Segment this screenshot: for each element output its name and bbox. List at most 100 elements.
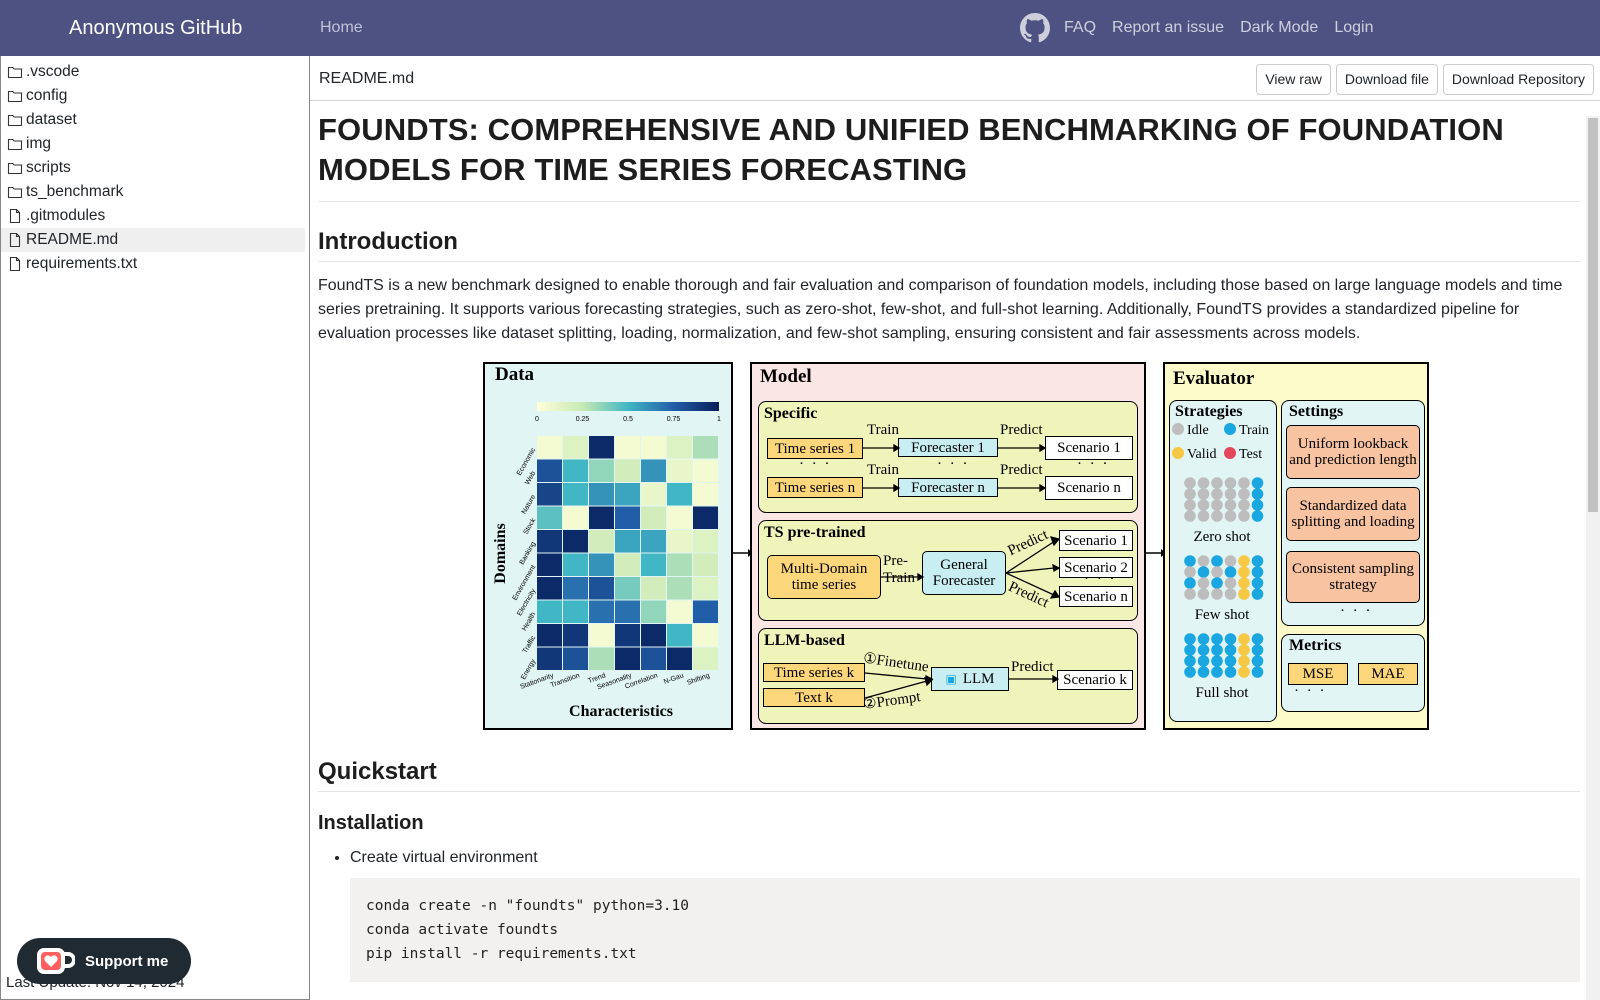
folder-icon <box>7 162 23 175</box>
scrollbar-thumb[interactable] <box>1588 118 1598 512</box>
strategy-dot <box>1197 566 1210 578</box>
file-tree-sidebar: .vscode config dataset img scripts ts_benchma… <box>0 56 310 1000</box>
heatmap-cell <box>589 459 614 482</box>
setting-uniform-lookback: Uniform lookback and prediction length <box>1286 425 1420 479</box>
characteristic-tick-label: N-Gau <box>663 672 685 686</box>
heatmap-cell <box>641 436 666 459</box>
shot-label: Few shot <box>1195 607 1250 623</box>
heatmap-cell <box>537 624 562 647</box>
content-scrollbar[interactable] <box>1586 116 1600 1000</box>
strategy-dot <box>1211 644 1223 656</box>
strategy-dot <box>1197 499 1210 511</box>
tree-item-scripts[interactable]: scripts <box>1 156 305 180</box>
metrics-section: Metrics MSE MAE · · · <box>1281 634 1425 712</box>
nav-login-link[interactable]: Login <box>1334 19 1373 37</box>
tree-item-vscode[interactable]: .vscode <box>1 60 305 84</box>
strategy-dot <box>1238 644 1250 656</box>
heatmap-cell <box>641 647 666 670</box>
strategy-dot <box>1238 666 1250 678</box>
evaluator-panel-title: Evaluator <box>1173 368 1255 389</box>
heatmap-cell <box>693 459 718 482</box>
strategy-dot <box>1224 666 1237 678</box>
legend-dot <box>1224 447 1236 459</box>
strategy-dot <box>1238 555 1250 567</box>
tree-item-requirements-txt[interactable]: requirements.txt <box>1 252 305 276</box>
nav-dark-mode-toggle[interactable]: Dark Mode <box>1240 19 1318 37</box>
heatmap-cell <box>667 530 692 553</box>
strategy-dot <box>1251 510 1264 522</box>
tree-item-readme-md[interactable]: README.md <box>1 228 305 252</box>
brand-link[interactable]: Anonymous GitHub <box>69 0 242 56</box>
strategy-dot <box>1184 477 1196 489</box>
tree-item-config[interactable]: config <box>1 84 305 108</box>
strategy-dot <box>1184 633 1196 645</box>
heatmap-cell <box>693 553 718 576</box>
heatmap-cell <box>615 647 640 670</box>
install-code-block: conda create -n "foundts" python=3.10 co… <box>350 878 1580 982</box>
colorbar-tick-label: 0.5 <box>623 416 633 423</box>
heatmap-cell <box>563 436 588 459</box>
strategy-dot <box>1184 588 1196 600</box>
colorbar-tick-label: 0.75 <box>667 416 681 423</box>
strategy-dot <box>1238 499 1250 511</box>
strategy-dot <box>1211 510 1223 522</box>
strategy-dot <box>1224 555 1237 567</box>
heatmap-cell <box>693 530 718 553</box>
top-navbar: Anonymous GitHub Home FAQ Report an issu… <box>0 0 1600 56</box>
readme-title: FOUNDTS: COMPREHENSIVE AND UNIFIED BENCH… <box>318 104 1580 202</box>
nav-faq-link[interactable]: FAQ <box>1064 19 1096 37</box>
tree-item-gitmodules[interactable]: .gitmodules <box>1 204 305 228</box>
heatmap-cell <box>615 506 640 529</box>
strategy-dot <box>1224 566 1237 578</box>
tree-item-label: img <box>26 135 51 152</box>
tree-item-label: ts_benchmark <box>26 183 124 200</box>
heatmap-cell <box>615 600 640 623</box>
strategy-dot <box>1197 655 1210 667</box>
heatmap-cell <box>615 483 640 506</box>
heatmap-cell <box>615 436 640 459</box>
heatmap-cell <box>589 436 614 459</box>
tree-item-img[interactable]: img <box>1 132 305 156</box>
heatmap-cell <box>537 483 562 506</box>
support-me-button[interactable]: Support me <box>17 938 191 984</box>
heatmap-cell <box>537 436 562 459</box>
strategy-dot <box>1211 555 1223 567</box>
strategy-dot <box>1184 488 1196 500</box>
domain-tick-label: Traffic <box>522 634 538 654</box>
strategy-dot <box>1238 588 1250 600</box>
download-repository-button[interactable]: Download Repository <box>1442 64 1594 95</box>
domain-tick-label: Web <box>524 470 537 486</box>
download-file-button[interactable]: Download file <box>1335 64 1438 95</box>
model-panel-title: Model <box>760 366 812 387</box>
strategy-dot <box>1251 577 1264 589</box>
tree-item-ts-benchmark[interactable]: ts_benchmark <box>1 180 305 204</box>
readme-content: FOUNDTS: COMPREHENSIVE AND UNIFIED BENCH… <box>318 104 1580 982</box>
strategy-dot <box>1197 555 1210 567</box>
strategy-dot <box>1224 588 1237 600</box>
legend-dot <box>1172 447 1184 459</box>
github-icon[interactable] <box>1020 13 1050 43</box>
setting-consistent-sampling: Consistent sampling strategy <box>1286 551 1420 603</box>
tree-item-label: .vscode <box>26 63 80 80</box>
heatmap-cell <box>641 530 666 553</box>
view-raw-button[interactable]: View raw <box>1256 64 1331 95</box>
strategy-dot <box>1224 644 1237 656</box>
characteristic-tick-label: Shifting <box>686 672 710 687</box>
heatmap-cell <box>563 506 588 529</box>
tree-item-dataset[interactable]: dataset <box>1 108 305 132</box>
install-steps: Create virtual environment <box>318 849 1580 867</box>
strategy-dot <box>1197 666 1210 678</box>
strategy-dot <box>1184 499 1196 511</box>
nav-report-issue-link[interactable]: Report an issue <box>1112 19 1224 37</box>
file-viewer: README.md View raw Download file Downloa… <box>310 56 1600 1000</box>
nav-home-link[interactable]: Home <box>320 0 363 56</box>
heatmap-cell <box>589 600 614 623</box>
strategy-dot <box>1251 588 1264 600</box>
heatmap-cell <box>667 436 692 459</box>
quickstart-heading: Quickstart <box>318 758 1580 792</box>
strategy-dot <box>1184 566 1196 578</box>
heatmap-cell <box>667 506 692 529</box>
colorbar-tick-label: 0.25 <box>576 416 590 423</box>
strategy-dot <box>1224 633 1237 645</box>
heatmap-cell <box>563 483 588 506</box>
